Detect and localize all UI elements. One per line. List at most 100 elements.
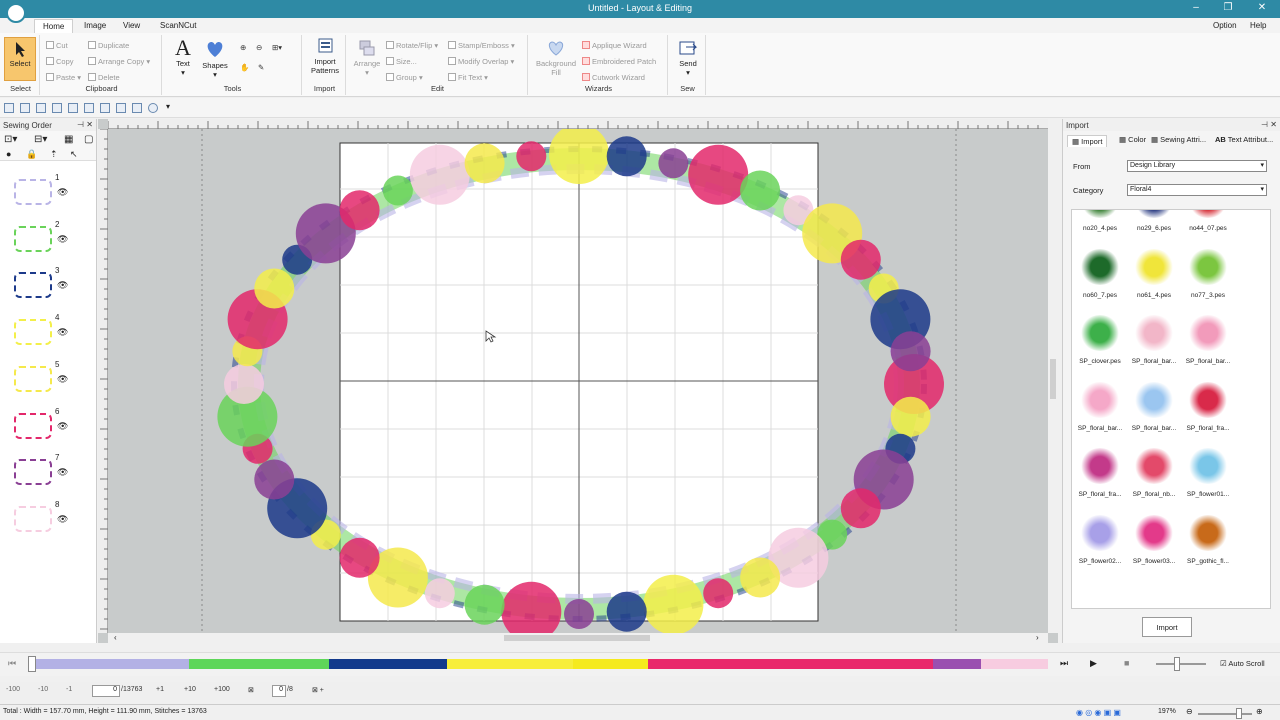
hoop-icon[interactable] xyxy=(116,103,126,113)
applique-wizard-button[interactable]: Applique Wizard xyxy=(582,41,647,50)
arrange-button[interactable]: Arrange ▾ xyxy=(352,39,382,77)
tab-sewing-attributes[interactable]: ▦ Sewing Attri... xyxy=(1151,135,1206,144)
design-thumbnail[interactable]: SP_floral_bar... xyxy=(1182,309,1234,375)
jump-start-icon[interactable]: ⏮ xyxy=(8,658,16,669)
open-folder-icon[interactable] xyxy=(20,103,30,113)
send-button[interactable]: Send ▾ xyxy=(672,39,704,77)
cut-button[interactable]: Cut xyxy=(46,41,68,50)
zoom-slider-handle[interactable] xyxy=(1236,708,1242,719)
vertical-scroll-thumb[interactable] xyxy=(1050,359,1056,399)
color-sort-icon[interactable]: ▦ xyxy=(64,134,73,145)
visibility-eye-icon[interactable]: 👁 xyxy=(57,280,68,291)
tab-import[interactable]: ▦ Import xyxy=(1067,135,1108,147)
visibility-eye-icon[interactable]: 👁 xyxy=(57,467,68,478)
import-close-icon[interactable]: ✕ xyxy=(1270,120,1277,129)
delete-button[interactable]: Delete xyxy=(88,73,120,82)
import-button[interactable]: Import xyxy=(1142,617,1192,637)
zoom-in-icon[interactable]: ⊕ xyxy=(240,43,246,52)
design-thumbnail[interactable]: SP_flower01... xyxy=(1182,442,1234,508)
text-button[interactable]: A Text ▾ xyxy=(170,37,196,78)
visibility-eye-icon[interactable]: 👁 xyxy=(57,421,68,432)
zoom-fit-icon[interactable]: ⊞▾ xyxy=(272,43,282,52)
help-menu[interactable]: Help xyxy=(1250,21,1266,30)
size-button[interactable]: Size... xyxy=(386,57,417,66)
design-thumbnail[interactable]: SP_flower02... xyxy=(1074,509,1126,575)
minimize-icon[interactable]: – xyxy=(1186,2,1206,13)
close-icon[interactable]: ✕ xyxy=(1252,2,1272,13)
next-color-icon[interactable]: ⊠ + xyxy=(312,686,324,694)
category-select[interactable]: Floral4 ▾ xyxy=(1127,184,1267,196)
tab-home[interactable]: Home xyxy=(34,19,74,33)
scroll-left-icon[interactable]: ‹ xyxy=(114,633,117,642)
speed-slider-handle[interactable] xyxy=(1174,657,1180,671)
customize-dropdown-icon[interactable]: ▾ xyxy=(166,102,170,111)
measure-icon[interactable]: ✎ xyxy=(258,63,264,72)
select-arrow-icon[interactable]: ↖ xyxy=(70,149,78,160)
import-pin-icon[interactable]: ⊣ xyxy=(1261,120,1268,129)
combine-icon[interactable]: ⊟▾ xyxy=(34,134,47,145)
step-forward-100-button[interactable]: +100 xyxy=(214,686,230,693)
play-icon[interactable]: ▶ xyxy=(1090,658,1097,669)
visibility-eye-icon[interactable]: 👁 xyxy=(57,327,68,338)
design-thumbnail[interactable]: SP_floral_fra... xyxy=(1074,442,1126,508)
step-back-100-button[interactable]: -100 xyxy=(6,686,20,693)
tab-view[interactable]: View xyxy=(115,19,148,33)
step-forward-10-button[interactable]: +10 xyxy=(184,686,196,693)
undo-icon[interactable] xyxy=(68,103,78,113)
design-thumbnail[interactable]: no60_7.pes xyxy=(1074,243,1126,309)
sewing-order-item[interactable]: 1 👁 xyxy=(0,173,96,219)
select-button[interactable]: Select xyxy=(4,37,36,81)
step-forward-1-button[interactable]: +1 xyxy=(156,686,164,693)
visibility-eye-icon[interactable]: 👁 xyxy=(57,187,68,198)
sewing-order-item[interactable]: 6 👁 xyxy=(0,407,96,453)
fit-text-button[interactable]: Fit Text ▾ xyxy=(448,73,488,82)
pin-icon[interactable]: ⊣ xyxy=(77,120,84,129)
design-thumbnail[interactable]: SP_floral_fra... xyxy=(1182,376,1234,442)
from-select[interactable]: Design Library ▾ xyxy=(1127,160,1267,172)
design-thumbnail[interactable]: SP_floral_bar... xyxy=(1074,376,1126,442)
duplicate-button[interactable]: Duplicate xyxy=(88,41,129,50)
stitch-position-input[interactable]: 0 xyxy=(92,685,120,697)
frame-icon[interactable]: ▢ xyxy=(84,134,93,145)
sewing-order-item[interactable]: 7 👁 xyxy=(0,453,96,499)
design-thumbnail[interactable]: no29_6.pes xyxy=(1128,210,1180,242)
visibility-eye-icon[interactable]: 👁 xyxy=(57,374,68,385)
copy-button[interactable]: Copy xyxy=(46,57,74,66)
design-thumbnail[interactable]: no61_4.pes xyxy=(1128,243,1180,309)
tab-image[interactable]: Image xyxy=(76,19,114,33)
zoom-out-icon[interactable]: ⊖ xyxy=(256,43,262,52)
preview-icon[interactable] xyxy=(132,103,142,113)
maximize-icon[interactable]: ❐ xyxy=(1218,2,1238,13)
sewing-order-item[interactable]: 4 👁 xyxy=(0,313,96,359)
move-up-icon[interactable]: ⇡ xyxy=(50,149,58,160)
sewing-order-item[interactable]: 8 👁 xyxy=(0,500,96,546)
tab-text-attributes[interactable]: AB Text Attribut... xyxy=(1215,135,1273,144)
color-timeline[interactable] xyxy=(34,659,1048,669)
design-thumbnail[interactable]: SP_floral_nb... xyxy=(1128,442,1180,508)
tab-scanncut[interactable]: ScanNCut xyxy=(152,19,204,33)
rotate-flip-button[interactable]: Rotate/Flip ▾ xyxy=(386,41,438,50)
timeline-slider-handle[interactable] xyxy=(28,656,36,672)
background-fill-button[interactable]: Background Fill xyxy=(532,39,580,77)
design-thumbnail[interactable]: SP_gothic_fl... xyxy=(1182,509,1234,575)
save-as-icon[interactable] xyxy=(52,103,62,113)
jump-end-icon[interactable]: ⏭ xyxy=(1060,658,1068,669)
design-thumbnail[interactable]: SP_clover.pes xyxy=(1074,309,1126,375)
panel-close-icon[interactable]: ✕ xyxy=(86,120,93,129)
sewing-order-item[interactable]: 3 👁 xyxy=(0,266,96,312)
sort-icon[interactable]: ⊡▾ xyxy=(4,134,17,145)
sewing-order-item[interactable]: 5 👁 xyxy=(0,360,96,406)
import-patterns-button[interactable]: Import Patterns xyxy=(306,37,344,75)
embroidered-patch-button[interactable]: Embroidered Patch xyxy=(582,57,656,66)
step-back-10-button[interactable]: -10 xyxy=(38,686,48,693)
design-thumbnail[interactable]: SP_floral_bar... xyxy=(1128,309,1180,375)
auto-scroll-checkbox[interactable]: ☑ Auto Scroll xyxy=(1220,659,1265,668)
stamp-emboss-button[interactable]: Stamp/Emboss ▾ xyxy=(448,41,515,50)
stop-icon[interactable]: ■ xyxy=(1124,658,1129,668)
lock-icon[interactable]: 🔒 xyxy=(26,149,37,160)
design-thumbnail[interactable]: no20_4.pes xyxy=(1074,210,1126,242)
shapes-button[interactable]: Shapes ▾ xyxy=(200,37,230,79)
design-thumbnail[interactable]: no77_3.pes xyxy=(1182,243,1234,309)
modify-overlap-button[interactable]: Modify Overlap ▾ xyxy=(448,57,514,66)
view-mode-icons[interactable]: ◉ ◎ ◉ ▣ ▣ xyxy=(1076,708,1121,717)
